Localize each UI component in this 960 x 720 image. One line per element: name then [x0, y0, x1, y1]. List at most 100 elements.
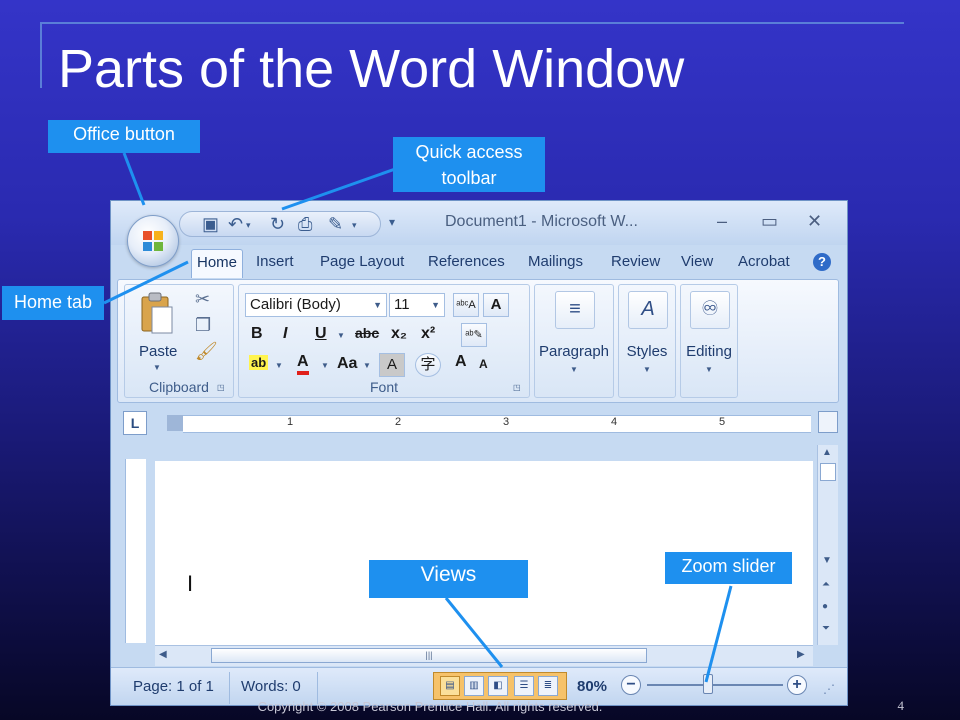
paste-dropdown-icon[interactable]: ▼	[153, 363, 161, 372]
paste-icon[interactable]	[139, 291, 175, 337]
minimize-button[interactable]: –	[717, 211, 727, 232]
highlight-dropdown-icon[interactable]: ▼	[275, 361, 283, 370]
callout-home-tab: Home tab	[2, 286, 104, 320]
office-button[interactable]	[127, 215, 179, 267]
chevron-down-icon: ▼	[705, 365, 713, 374]
view-buttons: ▤ ▥ ◧ ☰ ≣	[433, 672, 567, 700]
tab-mailings[interactable]: Mailings	[528, 253, 583, 270]
chevron-down-icon: ▼	[643, 365, 651, 374]
next-page-icon[interactable]: ⏷	[822, 623, 830, 634]
previous-page-icon[interactable]: ⏶	[822, 579, 830, 590]
restore-button[interactable]: ▭	[761, 211, 778, 232]
editing-group[interactable]: ♾ Editing ▼	[680, 284, 738, 398]
scroll-down-icon[interactable]: ▼	[822, 555, 832, 566]
superscript-button[interactable]: x²	[421, 325, 435, 343]
tab-acrobat[interactable]: Acrobat	[738, 253, 790, 270]
tab-selector-button[interactable]: L	[123, 411, 147, 435]
font-launcher-icon[interactable]: ◳	[513, 383, 521, 392]
zoom-out-button[interactable]: −	[621, 675, 641, 695]
ruler-number: 2	[395, 416, 402, 428]
slide-footer: Copyright © 2008 Pearson Prentice Hall. …	[257, 699, 603, 714]
font-color-dropdown-icon[interactable]: ▼	[321, 361, 329, 370]
view-ruler-button[interactable]	[818, 411, 838, 433]
clear-formatting-icon[interactable]: ᵃᵇᶜA	[453, 293, 479, 317]
chevron-down-icon: ▼	[431, 300, 440, 310]
vertical-scroll-thumb[interactable]	[820, 463, 836, 481]
close-button[interactable]: ✕	[807, 211, 822, 232]
tab-review[interactable]: Review	[611, 253, 660, 270]
scroll-up-icon[interactable]: ▲	[822, 447, 832, 458]
draft-view-icon[interactable]: ≣	[538, 676, 558, 696]
qat-more-icon[interactable]: ▾	[389, 215, 395, 229]
paragraph-group[interactable]: ≡ Paragraph ▼	[534, 284, 614, 398]
shrink-font-button[interactable]: A	[479, 357, 488, 371]
clipboard-launcher-icon[interactable]: ◳	[217, 383, 225, 392]
font-group: Calibri (Body) ▼ 11 ▼ ᵃᵇᶜA A B I U ▼ abc x…	[238, 284, 530, 398]
outline-view-icon[interactable]: ☰	[514, 676, 534, 696]
font-name-value: Calibri (Body)	[250, 296, 341, 313]
full-screen-reading-view-icon[interactable]: ▥	[464, 676, 484, 696]
tab-page-layout[interactable]: Page Layout	[320, 253, 404, 270]
character-shading-icon[interactable]: A	[379, 353, 405, 377]
tab-references[interactable]: References	[428, 253, 505, 270]
scroll-left-icon[interactable]: ◀	[159, 649, 167, 660]
resize-grip-icon[interactable]: ⋰	[823, 682, 835, 696]
underline-dropdown-icon[interactable]: ▼	[337, 331, 345, 340]
word-window: ▣ ↶ ▾ ↻ ⎙ ✎ ▾ ▾ Document1 - Microsoft W.…	[110, 200, 848, 706]
word-count[interactable]: Words: 0	[241, 678, 301, 695]
highlight-box-icon[interactable]: A	[483, 293, 509, 317]
save-icon[interactable]: ▣	[202, 214, 219, 235]
horizontal-scroll-thumb[interactable]: |||	[211, 648, 647, 663]
change-case-button[interactable]: Aa	[337, 355, 357, 373]
strikethrough-button[interactable]: abc	[355, 325, 379, 341]
styles-group[interactable]: A Styles ▼	[618, 284, 676, 398]
print-layout-view-icon[interactable]: ▤	[440, 676, 460, 696]
tab-view[interactable]: View	[681, 253, 713, 270]
italic-button[interactable]: I	[283, 325, 287, 343]
grow-font-button[interactable]: A	[455, 353, 467, 371]
browse-object-icon[interactable]: ●	[822, 601, 828, 612]
ruler-margin	[167, 415, 183, 431]
enclose-characters-icon[interactable]: 字	[415, 353, 441, 377]
title-decoration-line	[40, 22, 904, 24]
undo-dropdown-icon[interactable]: ▾	[246, 220, 251, 231]
highlight-color-icon[interactable]: ab	[249, 355, 269, 370]
underline-button[interactable]: U	[315, 325, 327, 343]
undo-icon[interactable]: ↶	[228, 214, 243, 235]
zoom-slider-track[interactable]	[647, 684, 783, 686]
font-name-select[interactable]: Calibri (Body) ▼	[245, 293, 387, 317]
customize-dropdown-icon[interactable]: ▾	[352, 220, 357, 231]
ruler-area: L 1 2 3 4 5	[111, 407, 847, 443]
paste-button[interactable]: Paste	[139, 343, 177, 360]
page-count[interactable]: Page: 1 of 1	[133, 678, 214, 695]
bold-button[interactable]: B	[251, 325, 263, 343]
subscript-button[interactable]: x₂	[391, 325, 407, 343]
help-icon[interactable]: ?	[813, 253, 831, 271]
web-layout-view-icon[interactable]: ◧	[488, 676, 508, 696]
font-label: Font	[369, 379, 398, 395]
phonetic-guide-icon[interactable]: ᵃᵇ✎	[461, 323, 487, 347]
zoom-in-button[interactable]: +	[787, 675, 807, 695]
vertical-scrollbar[interactable]: ▲ ▼ ⏶ ● ⏷	[817, 445, 838, 645]
tab-insert[interactable]: Insert	[256, 253, 294, 270]
customize-icon[interactable]: ✎	[328, 214, 343, 235]
redo-icon[interactable]: ↻	[270, 214, 285, 235]
ruler-number: 1	[287, 416, 294, 428]
clipboard-group: Paste ▼ ✂ ❐ 🖌 Clipboard ◳	[124, 284, 234, 398]
tab-home[interactable]: Home	[191, 249, 244, 278]
cut-icon[interactable]: ✂	[195, 289, 210, 310]
styles-icon: A	[628, 291, 668, 329]
font-color-icon[interactable]: A	[297, 353, 309, 375]
horizontal-scrollbar[interactable]: ◀ ||| ▶	[155, 645, 813, 666]
ruler-number: 5	[719, 416, 726, 428]
copy-icon[interactable]: ❐	[195, 315, 211, 336]
zoom-level[interactable]: 80%	[577, 678, 607, 695]
zoom-slider-thumb[interactable]	[703, 674, 714, 694]
binoculars-icon: ♾	[690, 291, 730, 329]
scroll-right-icon[interactable]: ▶	[797, 649, 805, 660]
change-case-dropdown-icon[interactable]: ▼	[363, 361, 371, 370]
horizontal-ruler[interactable]: 1 2 3 4 5	[183, 415, 811, 433]
format-painter-icon[interactable]: 🖌	[195, 341, 218, 362]
print-icon[interactable]: ⎙	[298, 214, 312, 235]
font-size-select[interactable]: 11 ▼	[389, 293, 445, 317]
